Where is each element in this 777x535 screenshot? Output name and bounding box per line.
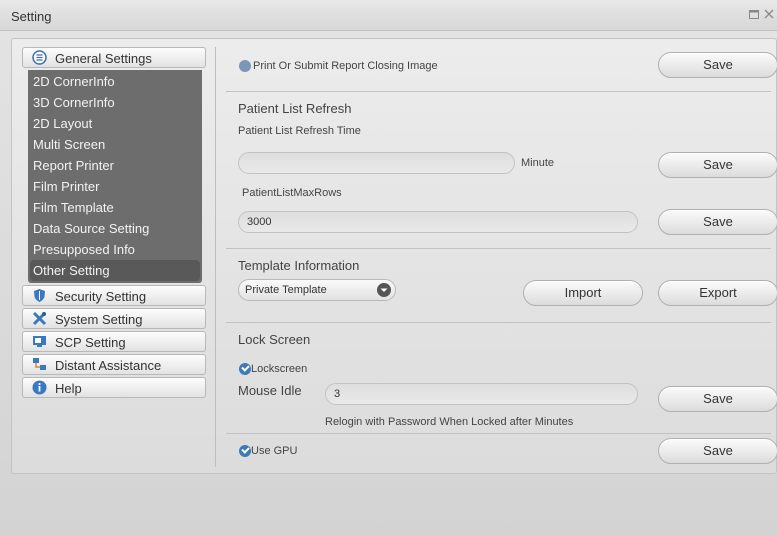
patient-list-title: Patient List Refresh (238, 101, 352, 116)
section-divider (226, 91, 771, 92)
sidebar-item-other-setting[interactable]: Other Setting (30, 260, 200, 281)
category-distant-assistance[interactable]: Distant Assistance (22, 354, 206, 375)
shield-icon (32, 288, 47, 303)
close-icon[interactable] (762, 8, 776, 22)
category-label: Distant Assistance (55, 358, 162, 373)
template-select[interactable]: Private Template (238, 279, 396, 301)
sidebar-item-2d-cornerinfo[interactable]: 2D CornerInfo (28, 71, 202, 92)
sidebar-item-data-source-setting[interactable]: Data Source Setting (28, 218, 202, 239)
lock-hint-text: Relogin with Password When Locked after … (325, 416, 574, 428)
sidebar-item-multi-screen[interactable]: Multi Screen (28, 134, 202, 155)
use-gpu-save-button[interactable]: Save (658, 438, 777, 464)
sidebar-item-3d-cornerinfo[interactable]: 3D CornerInfo (28, 92, 202, 113)
category-label: System Setting (55, 312, 143, 327)
restore-icon[interactable] (747, 8, 761, 22)
category-label: SCP Setting (55, 335, 126, 350)
category-system-setting[interactable]: System Setting (22, 308, 206, 329)
template-select-value: Private Template (245, 284, 327, 296)
section-divider (226, 248, 771, 249)
mouse-idle-input[interactable]: 3 (325, 383, 638, 405)
category-scp-setting[interactable]: SCP Setting (22, 331, 206, 352)
refresh-time-input[interactable] (238, 152, 515, 174)
category-general-settings[interactable]: General Settings (22, 47, 206, 68)
export-button[interactable]: Export (658, 280, 777, 306)
list-icon (32, 50, 47, 65)
settings-content: Print Or Submit Report Closing Image Sav… (226, 39, 777, 475)
category-security-setting[interactable]: Security Setting (22, 285, 206, 306)
refresh-time-unit: Minute (521, 157, 555, 169)
general-settings-list: 2D CornerInfo 3D CornerInfo 2D Layout Mu… (28, 70, 202, 283)
lock-screen-title: Lock Screen (238, 332, 311, 347)
print-closing-checkbox[interactable] (239, 60, 251, 72)
settings-panel: General Settings 2D CornerInfo 3D Corner… (11, 38, 777, 474)
import-button[interactable]: Import (523, 280, 643, 306)
section-divider (226, 322, 771, 323)
sidebar-item-presupposed-info[interactable]: Presupposed Info (28, 239, 202, 260)
max-rows-label: PatientListMaxRows (242, 187, 342, 199)
section-divider (226, 433, 771, 434)
use-gpu-checkbox[interactable] (239, 445, 251, 457)
mouse-idle-label: Mouse Idle (238, 383, 302, 398)
sidebar-item-2d-layout[interactable]: 2D Layout (28, 113, 202, 134)
monitor-icon (32, 334, 47, 349)
template-info-title: Template Information (238, 258, 360, 273)
sidebar-item-film-template[interactable]: Film Template (28, 197, 202, 218)
sidebar-item-report-printer[interactable]: Report Printer (28, 155, 202, 176)
title-bar: Setting (0, 0, 777, 31)
window-title: Setting (11, 9, 52, 24)
category-help[interactable]: Help (22, 377, 206, 398)
lock-screen-save-button[interactable]: Save (658, 386, 777, 412)
tools-icon (32, 311, 47, 326)
print-closing-label: Print Or Submit Report Closing Image (253, 60, 438, 72)
settings-window: Setting General Settings 2D CornerInfo 3… (0, 0, 777, 535)
refresh-time-label: Patient List Refresh Time (238, 125, 361, 137)
print-closing-save-button[interactable]: Save (658, 52, 777, 78)
use-gpu-label: Use GPU (251, 445, 298, 457)
max-rows-save-button[interactable]: Save (658, 209, 777, 235)
category-label: General Settings (55, 51, 152, 66)
refresh-time-save-button[interactable]: Save (658, 152, 777, 178)
sidebar: General Settings 2D CornerInfo 3D Corner… (22, 47, 207, 400)
category-label: Security Setting (55, 289, 147, 304)
chevron-down-icon (377, 283, 391, 297)
vertical-divider (215, 47, 216, 467)
category-label: Help (55, 381, 82, 396)
sidebar-item-film-printer[interactable]: Film Printer (28, 176, 202, 197)
info-icon (32, 380, 47, 395)
lockscreen-label: Lockscreen (251, 363, 308, 375)
max-rows-input[interactable]: 3000 (238, 211, 638, 233)
network-icon (32, 357, 47, 372)
lockscreen-checkbox[interactable] (239, 363, 251, 375)
